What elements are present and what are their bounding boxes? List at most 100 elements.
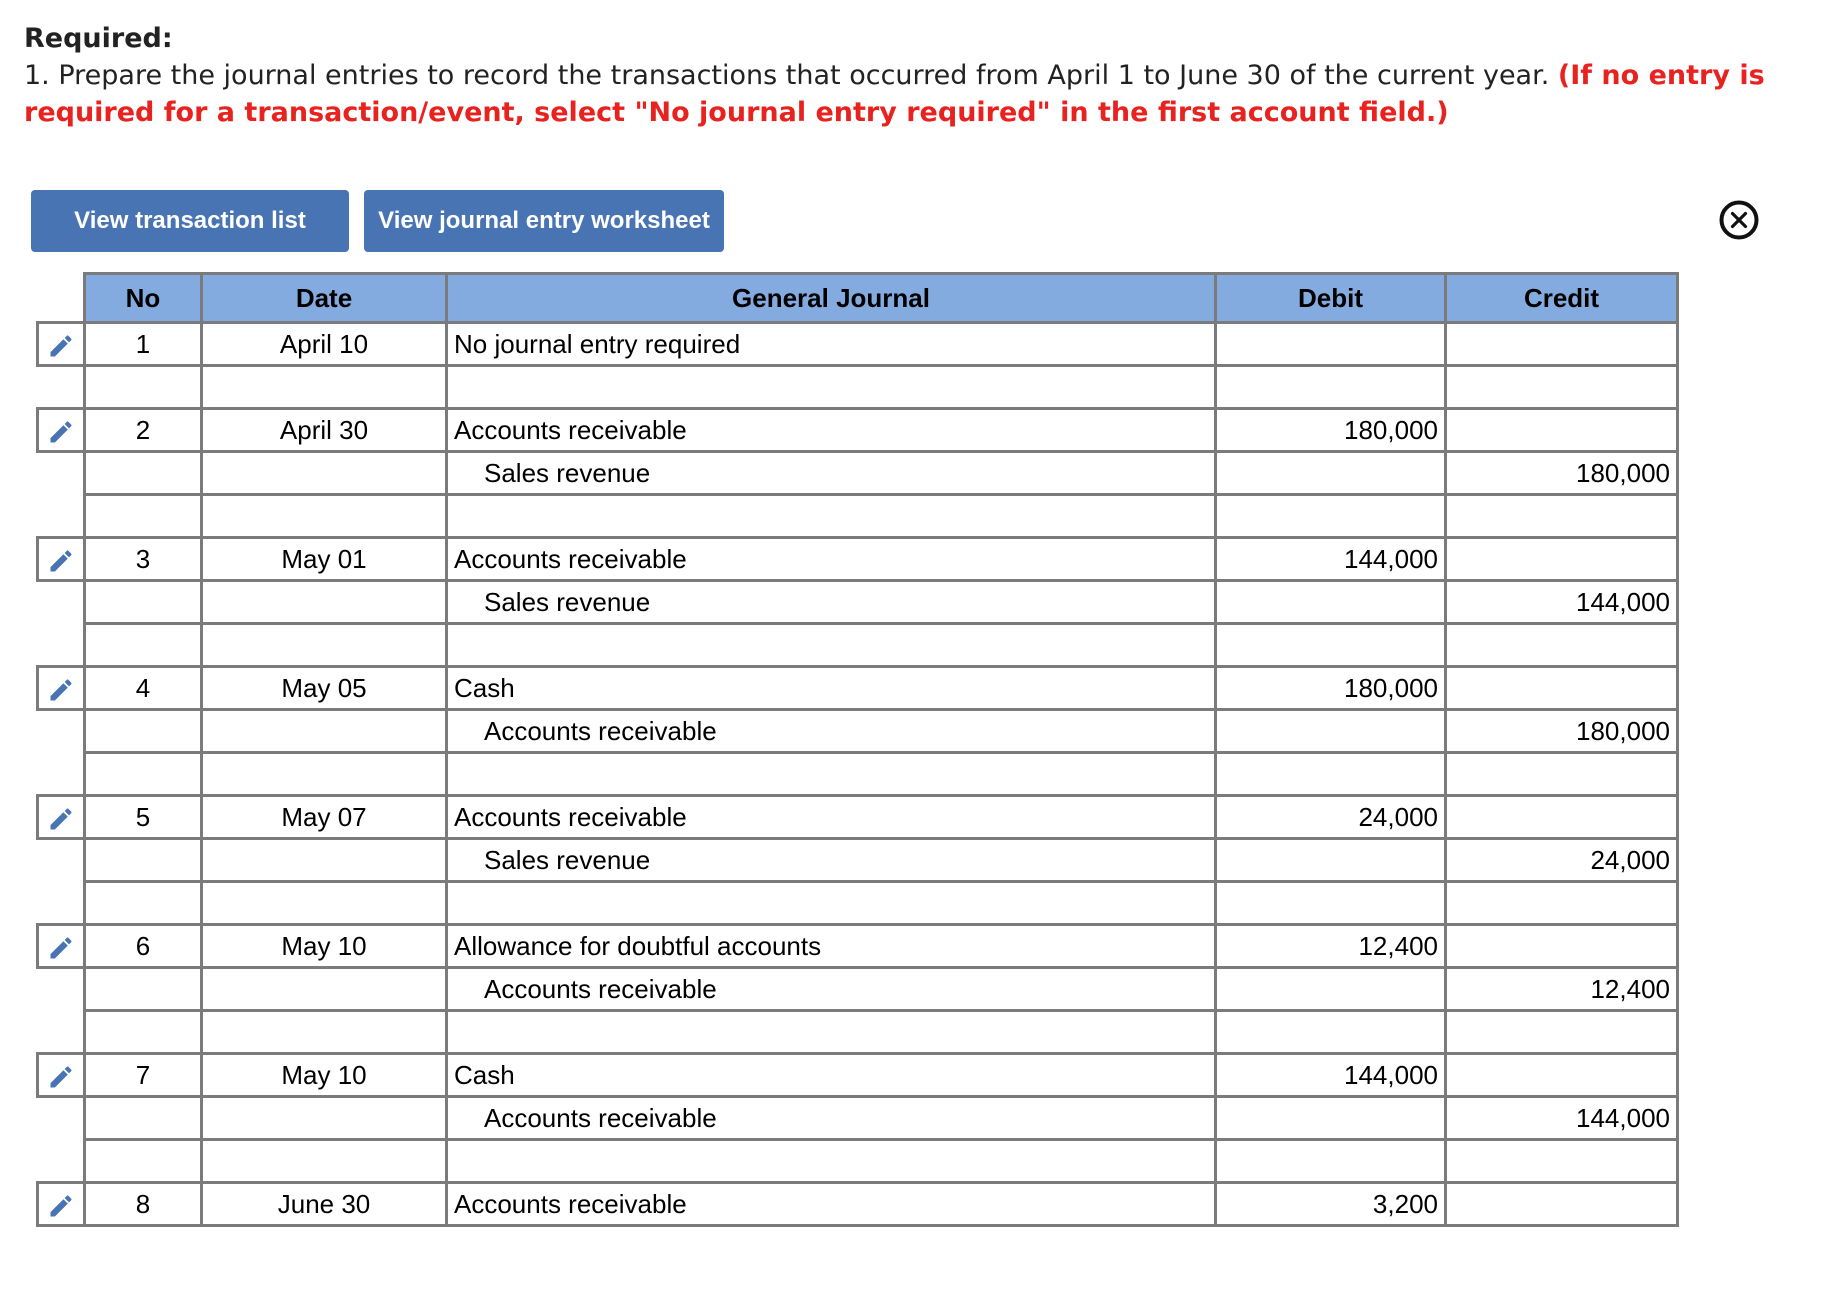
pencil-icon	[50, 1066, 72, 1088]
entry-number	[83, 1095, 203, 1141]
empty-icon-cell	[37, 451, 86, 495]
column-header-no: No	[83, 272, 203, 324]
entry-date: May 10	[200, 1052, 448, 1098]
empty-icon-cell	[37, 709, 86, 753]
account-name: Accounts receivable	[445, 407, 1217, 453]
pencil-icon	[50, 1195, 72, 1217]
edit-entry-button[interactable]	[36, 1052, 86, 1098]
entry-date	[200, 966, 448, 1012]
edit-entry-button[interactable]	[36, 794, 86, 840]
credit-amount	[1444, 1052, 1679, 1098]
empty-cell	[445, 622, 1217, 668]
empty-cell	[1214, 880, 1447, 926]
empty-cell	[1444, 751, 1679, 797]
entry-date: May 05	[200, 665, 448, 711]
pencil-icon	[50, 808, 72, 830]
debit-amount	[1214, 450, 1447, 496]
entry-number	[83, 708, 203, 754]
account-name: Sales revenue	[445, 837, 1217, 883]
entry-number: 4	[83, 665, 203, 711]
edit-entry-button[interactable]	[36, 923, 86, 969]
table-row: Accounts receivable 180,000	[37, 708, 1679, 754]
debit-amount: 144,000	[1214, 1052, 1447, 1098]
entry-number	[83, 579, 203, 625]
debit-amount: 3,200	[1214, 1181, 1447, 1227]
entry-date: April 10	[200, 321, 448, 367]
edit-column-header	[37, 273, 86, 323]
empty-cell	[83, 1138, 203, 1184]
instruction-text: 1. Prepare the journal entries to record…	[24, 60, 1558, 91]
account-name: Accounts receivable	[445, 1095, 1217, 1141]
debit-amount	[1214, 837, 1447, 883]
empty-icon-cell	[37, 881, 86, 925]
empty-cell	[445, 1138, 1217, 1184]
close-button[interactable]	[1718, 199, 1760, 241]
credit-amount	[1444, 923, 1679, 969]
edit-entry-button[interactable]	[36, 321, 86, 367]
empty-cell	[1214, 493, 1447, 539]
credit-amount: 12,400	[1444, 966, 1679, 1012]
table-row: 6 May 10 Allowance for doubtful accounts 12…	[36, 923, 1679, 969]
debit-amount: 180,000	[1214, 665, 1447, 711]
empty-cell	[83, 622, 203, 668]
debit-amount	[1214, 966, 1447, 1012]
column-header-debit: Debit	[1214, 272, 1447, 324]
blank-row	[37, 364, 1679, 410]
credit-amount: 24,000	[1444, 837, 1679, 883]
account-name: Sales revenue	[445, 579, 1217, 625]
empty-cell	[83, 493, 203, 539]
table-row: Accounts receivable 12,400	[37, 966, 1679, 1012]
view-transaction-list-button[interactable]: View transaction list	[31, 190, 349, 252]
entry-date: May 07	[200, 794, 448, 840]
edit-entry-button[interactable]	[36, 665, 86, 711]
pencil-icon	[50, 550, 72, 572]
empty-cell	[445, 880, 1217, 926]
pencil-icon	[50, 937, 72, 959]
empty-cell	[83, 751, 203, 797]
account-name: Cash	[445, 665, 1217, 711]
empty-cell	[200, 622, 448, 668]
entry-date	[200, 1095, 448, 1141]
empty-cell	[200, 1009, 448, 1055]
edit-entry-button[interactable]	[36, 536, 86, 582]
empty-cell	[1214, 1138, 1447, 1184]
edit-entry-button[interactable]	[36, 1181, 86, 1227]
entry-number	[83, 837, 203, 883]
table-row: 1 April 10 No journal entry required	[36, 321, 1679, 367]
debit-amount: 24,000	[1214, 794, 1447, 840]
debit-amount	[1214, 1095, 1447, 1141]
edit-entry-button[interactable]	[36, 407, 86, 453]
empty-cell	[445, 364, 1217, 410]
pencil-icon	[50, 421, 72, 443]
empty-cell	[1444, 1009, 1679, 1055]
pencil-icon	[50, 335, 72, 357]
empty-cell	[1444, 1138, 1679, 1184]
empty-icon-cell	[37, 1010, 86, 1054]
account-name: Allowance for doubtful accounts	[445, 923, 1217, 969]
entry-number	[83, 966, 203, 1012]
empty-cell	[445, 751, 1217, 797]
empty-cell	[1214, 622, 1447, 668]
account-name: Cash	[445, 1052, 1217, 1098]
empty-cell	[1444, 622, 1679, 668]
table-row: Sales revenue 180,000	[37, 450, 1679, 496]
debit-amount: 144,000	[1214, 536, 1447, 582]
account-name: Accounts receivable	[445, 536, 1217, 582]
empty-cell	[1214, 1009, 1447, 1055]
empty-cell	[1214, 364, 1447, 410]
blank-row	[37, 1009, 1679, 1055]
entry-number: 1	[83, 321, 203, 367]
table-row: 3 May 01 Accounts receivable 144,000	[36, 536, 1679, 582]
credit-amount: 144,000	[1444, 579, 1679, 625]
empty-cell	[200, 880, 448, 926]
credit-amount	[1444, 794, 1679, 840]
empty-icon-cell	[37, 752, 86, 796]
credit-amount	[1444, 1181, 1679, 1227]
credit-amount	[1444, 321, 1679, 367]
view-journal-entry-worksheet-button[interactable]: View journal entry worksheet	[364, 190, 724, 252]
credit-amount	[1444, 536, 1679, 582]
blank-row	[37, 493, 1679, 539]
table-row: Accounts receivable 144,000	[37, 1095, 1679, 1141]
entry-number: 5	[83, 794, 203, 840]
empty-icon-cell	[37, 967, 86, 1011]
